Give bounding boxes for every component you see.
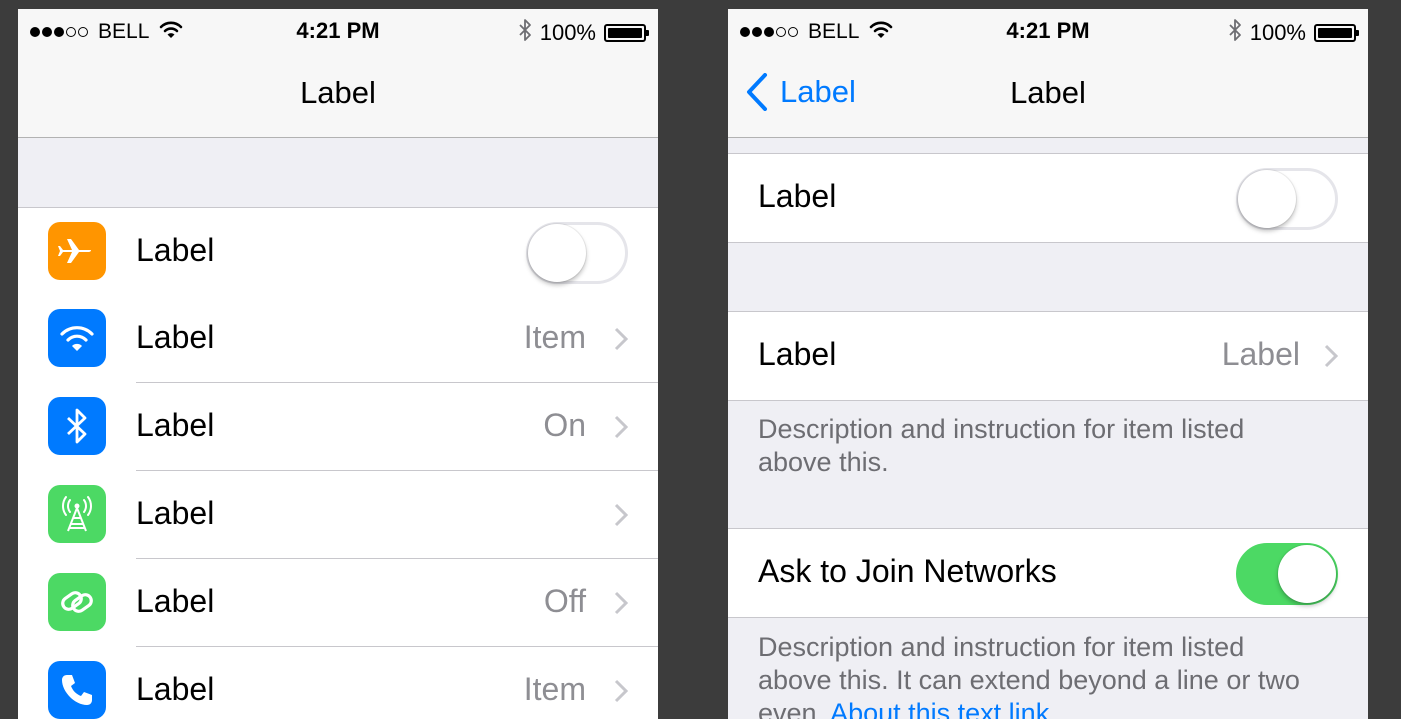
settings-row-wifi[interactable]: Label Item xyxy=(18,295,658,383)
section-footer-description: Description and instruction for item lis… xyxy=(758,414,1245,477)
wifi-icon xyxy=(48,309,106,367)
chevron-right-icon xyxy=(1324,344,1338,368)
nav-title: Label xyxy=(300,75,376,110)
settings-row-airplane[interactable]: Label xyxy=(18,207,658,296)
battery-icon xyxy=(604,24,649,42)
airplane-icon xyxy=(48,222,106,280)
row-label: Label xyxy=(758,178,837,214)
row-label: Label xyxy=(136,583,215,619)
status-bar: BELL 4:21 PM 100% xyxy=(18,9,658,49)
row-value: Item xyxy=(523,319,586,355)
toggle-setting-row: Label xyxy=(728,153,1368,243)
ask-to-join-switch[interactable] xyxy=(1236,543,1338,605)
bluetooth-icon xyxy=(48,397,106,455)
ask-to-join-networks-row: Ask to Join Networks xyxy=(728,528,1368,618)
detail-setting-row[interactable]: Label Label xyxy=(728,311,1368,401)
row-label: Label xyxy=(136,407,215,443)
back-button-label: Label xyxy=(780,74,856,109)
battery-percent: 100% xyxy=(1249,20,1306,45)
settings-screen-left: BELL 4:21 PM 100% Label Label Label Item… xyxy=(18,9,658,719)
row-value: Off xyxy=(543,583,586,619)
settings-row-cellular[interactable]: Label xyxy=(18,471,658,559)
back-button[interactable]: Label xyxy=(746,73,856,111)
row-value: Label xyxy=(1221,336,1300,372)
row-value: Item xyxy=(523,671,586,707)
bluetooth-status-icon xyxy=(1228,18,1242,48)
cellular-tower-icon xyxy=(48,485,106,543)
row-label: Ask to Join Networks xyxy=(758,553,1057,589)
row-value: On xyxy=(543,407,586,443)
settings-row-personal-hotspot[interactable]: Label Off xyxy=(18,559,658,647)
bluetooth-status-icon xyxy=(518,18,532,48)
battery-icon xyxy=(1314,24,1359,42)
row-label: Label xyxy=(136,319,215,355)
chevron-right-icon xyxy=(614,591,628,615)
section-footer-description-long: Description and instruction for item lis… xyxy=(758,631,1308,719)
airplane-mode-switch[interactable] xyxy=(526,222,628,284)
settings-row-bluetooth[interactable]: Label On xyxy=(18,383,658,471)
about-text-link[interactable]: About this text link. xyxy=(830,698,1057,719)
chevron-right-icon xyxy=(614,503,628,527)
phone-icon xyxy=(48,661,106,719)
setting-switch[interactable] xyxy=(1236,168,1338,230)
chevron-left-icon xyxy=(747,73,767,111)
chevron-right-icon xyxy=(614,415,628,439)
row-label: Label xyxy=(758,336,837,372)
row-label: Label xyxy=(136,671,215,707)
navigation-bar: Label Label xyxy=(728,49,1368,138)
personal-hotspot-icon xyxy=(48,573,106,631)
chevron-right-icon xyxy=(614,327,628,351)
chevron-right-icon xyxy=(614,679,628,703)
settings-detail-screen-right: BELL 4:21 PM 100% Label Label Label Labe… xyxy=(728,9,1368,719)
settings-row-phone[interactable]: Label Item xyxy=(18,647,658,719)
row-label: Label xyxy=(136,232,215,268)
battery-percent: 100% xyxy=(539,20,596,45)
status-bar: BELL 4:21 PM 100% xyxy=(728,9,1368,49)
navigation-bar: Label xyxy=(18,49,658,138)
row-label: Label xyxy=(136,495,215,531)
